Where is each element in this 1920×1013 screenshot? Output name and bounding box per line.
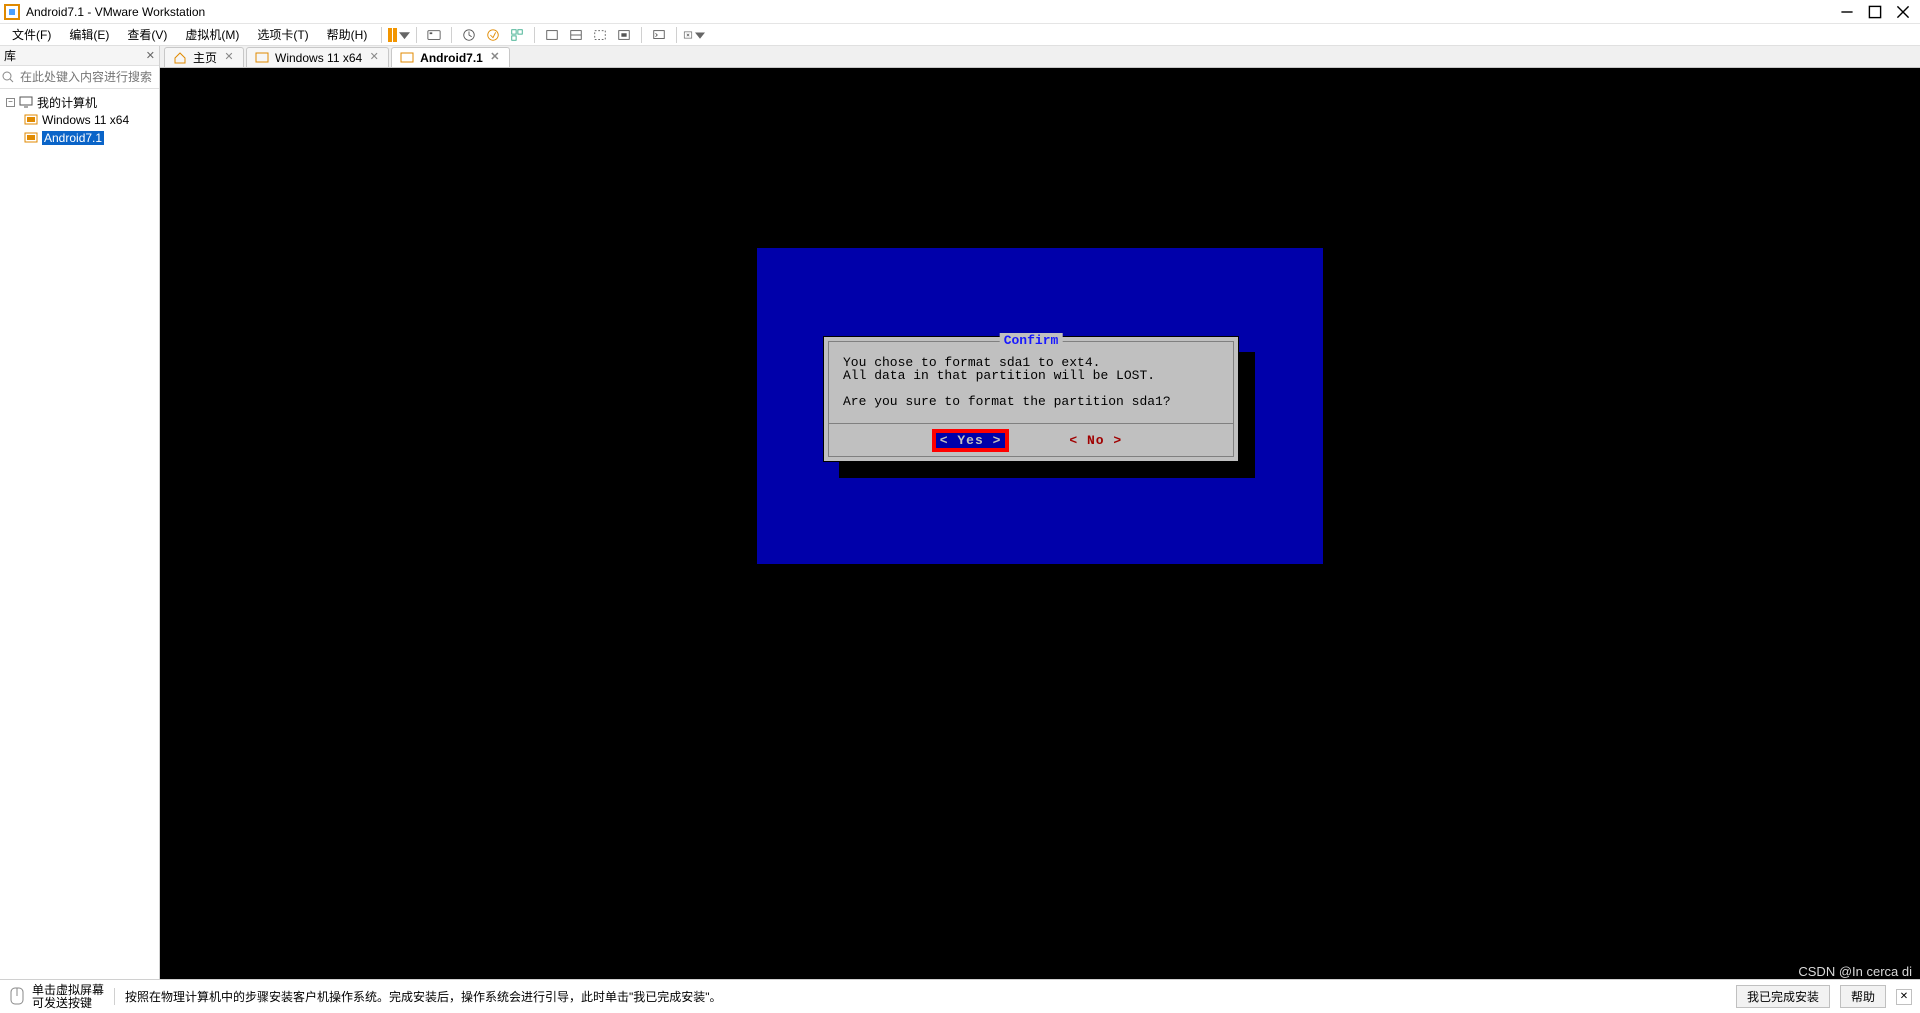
separator [534,27,535,43]
snapshot-take-button[interactable] [458,24,480,46]
status-dismiss-button[interactable]: ✕ [1896,989,1912,1005]
vm-icon [255,51,269,65]
vm-icon [24,131,38,145]
view-fullscreen-button[interactable] [613,24,635,46]
tab-android[interactable]: Android7.1 ✕ [391,47,510,67]
chevron-down-icon [695,28,705,42]
console-button[interactable] [648,24,670,46]
view-unity-button[interactable] [589,24,611,46]
library-search-input[interactable] [18,68,177,86]
confirm-dialog: Confirm You chose to format sda1 to ext4… [823,336,1239,462]
separator [641,27,642,43]
snapshot-revert-button[interactable] [482,24,504,46]
vm-icon [400,51,414,65]
separator [416,27,417,43]
snapshot-manager-button[interactable] [506,24,528,46]
status-message: 按照在物理计算机中的步骤安装客户机操作系统。完成安装后，操作系统会进行引导，此时… [114,988,722,1005]
search-icon [2,71,14,83]
menu-vm[interactable]: 虚拟机(M) [177,24,247,45]
stretch-button[interactable] [683,24,705,46]
library-header: 库 ✕ [0,46,159,66]
statusbar: 单击虚拟屏幕 可发送按键 按照在物理计算机中的步骤安装客户机操作系统。完成安装后… [0,979,1920,1013]
home-icon [173,51,187,65]
tree-item-android[interactable]: Android7.1 [2,129,157,147]
dialog-button-row: < Yes > < No > [829,433,1233,448]
tab-windows[interactable]: Windows 11 x64 ✕ [246,47,389,67]
separator [829,423,1233,424]
help-button[interactable]: 帮助 [1840,985,1886,1008]
dialog-no-button[interactable]: < No > [1065,433,1126,448]
tree-item-windows[interactable]: Windows 11 x64 [2,111,157,129]
tab-close-button[interactable]: ✕ [489,52,501,64]
mouse-icon [8,986,26,1008]
maximize-button[interactable] [1868,5,1882,19]
minimize-button[interactable] [1840,5,1854,19]
tab-label: Windows 11 x64 [275,51,362,65]
menu-view[interactable]: 查看(V) [119,24,175,45]
close-button[interactable] [1896,5,1910,19]
pause-button[interactable] [388,24,410,46]
dialog-line-3: Are you sure to format the partition sda… [843,394,1171,409]
dialog-line-2: All data in that partition will be LOST. [843,368,1155,383]
dialog-body: You chose to format sda1 to ext4. All da… [829,342,1233,408]
pause-icon [388,28,397,42]
tree-item-label: Windows 11 x64 [42,113,129,127]
menu-edit[interactable]: 编辑(E) [61,24,117,45]
vm-console[interactable]: Confirm You chose to format sda1 to ext4… [160,68,1920,979]
tab-label: Android7.1 [420,51,483,65]
collapse-icon[interactable]: − [6,98,15,107]
status-tip-line2: 可发送按键 [32,997,104,1010]
view-multi-button[interactable] [565,24,587,46]
tabbar: 主页 ✕ Windows 11 x64 ✕ Android7.1 ✕ [160,46,1920,68]
dialog-yes-button[interactable]: < Yes > [936,433,1006,448]
library-search [0,66,159,89]
computer-icon [19,95,33,109]
dialog-title: Confirm [1000,333,1063,348]
content-area: 主页 ✕ Windows 11 x64 ✕ Android7.1 ✕ Confi… [160,46,1920,979]
tab-home[interactable]: 主页 ✕ [164,47,244,67]
titlebar: Android7.1 - VMware Workstation [0,0,1920,24]
app-icon [4,4,20,20]
menu-help[interactable]: 帮助(H) [319,24,376,45]
separator [676,27,677,43]
library-sidebar: 库 ✕ − 我的计算机 Windows 11 x64 Android7.1 [0,46,160,979]
tree-item-label: Android7.1 [42,131,104,145]
tab-close-button[interactable]: ✕ [368,52,380,64]
vm-tree: − 我的计算机 Windows 11 x64 Android7.1 [0,89,159,151]
tab-close-button[interactable]: ✕ [223,52,235,64]
menu-tabs[interactable]: 选项卡(T) [249,24,316,45]
separator [451,27,452,43]
view-single-button[interactable] [541,24,563,46]
vm-icon [24,113,38,127]
menu-file[interactable]: 文件(F) [4,24,59,45]
tree-root-my-computer[interactable]: − 我的计算机 [2,93,157,111]
menubar: 文件(F) 编辑(E) 查看(V) 虚拟机(M) 选项卡(T) 帮助(H) [0,24,1920,46]
chevron-down-icon [399,28,410,42]
window-title: Android7.1 - VMware Workstation [26,5,205,19]
tab-label: 主页 [193,49,217,66]
window-buttons [1840,5,1916,19]
install-done-button[interactable]: 我已完成安装 [1736,985,1830,1008]
sidebar-close-button[interactable]: ✕ [146,49,155,62]
separator [381,27,382,43]
status-tip-line1: 单击虚拟屏幕 [32,984,104,997]
library-title: 库 [4,47,16,64]
status-tip: 单击虚拟屏幕 可发送按键 [8,984,104,1010]
vm-screen: Confirm You chose to format sda1 to ext4… [757,248,1323,564]
tree-root-label: 我的计算机 [37,94,97,111]
send-ctrl-alt-del-button[interactable] [423,24,445,46]
